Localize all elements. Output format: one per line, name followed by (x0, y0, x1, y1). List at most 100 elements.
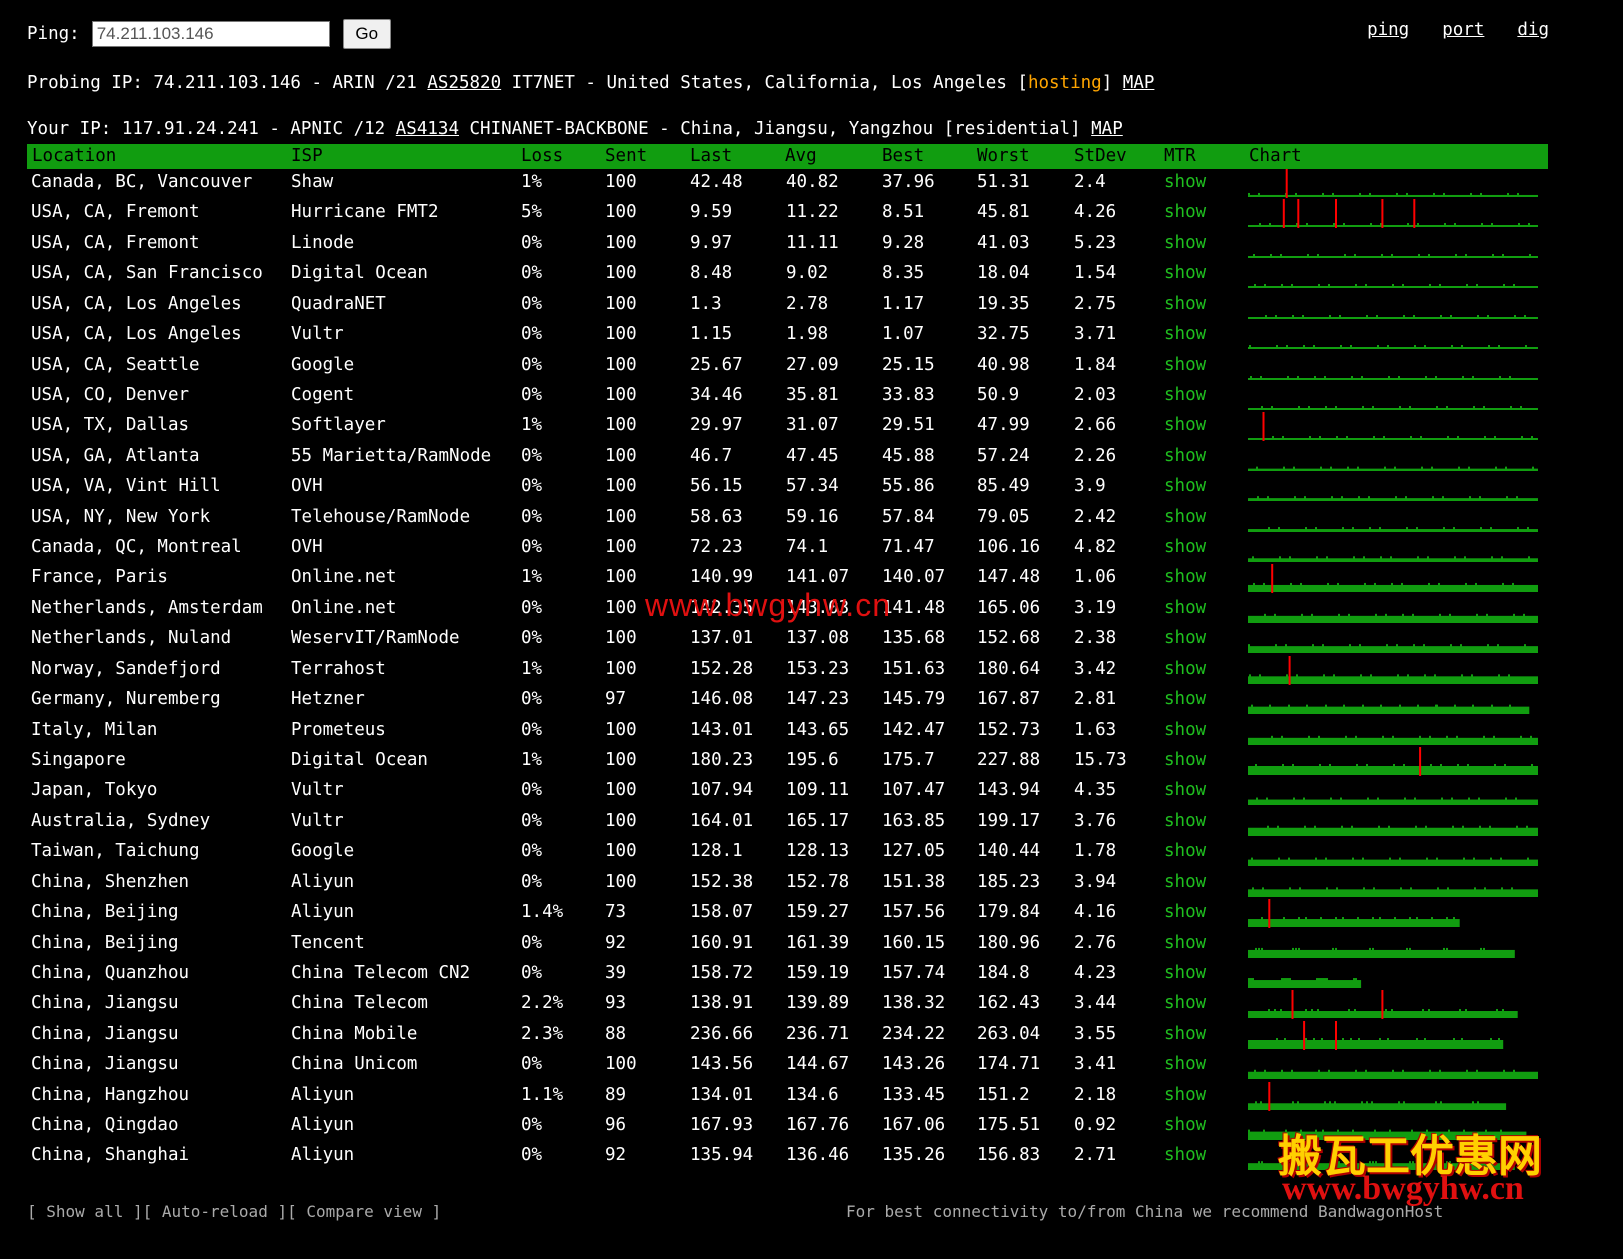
chart-jitter-mark (1304, 496, 1306, 500)
mtr-show-link[interactable]: show (1164, 446, 1206, 466)
mtr-show-link[interactable]: show (1164, 567, 1206, 587)
mtr-show-link[interactable]: show (1164, 659, 1206, 679)
chart-sent-bar (1248, 706, 1530, 715)
mtr-show-link[interactable]: show (1164, 902, 1206, 922)
cell-avg: 31.07 (786, 415, 839, 436)
chart-jitter-mark (1455, 253, 1457, 257)
chart-jitter-mark (1433, 192, 1435, 196)
cell-best: 71.47 (882, 537, 935, 558)
chart-jitter-mark (1440, 1100, 1442, 1104)
mtr-show-link[interactable]: show (1164, 1115, 1206, 1135)
cell-worst: 140.44 (977, 841, 1041, 862)
cell-isp: Vultr (291, 810, 344, 831)
chart-jitter-mark (1476, 613, 1478, 617)
chart-jitter-mark (1330, 466, 1332, 470)
mtr-show-link[interactable]: show (1164, 263, 1206, 283)
chart-jitter-mark (1473, 405, 1475, 409)
chart-jitter-mark (1477, 314, 1479, 318)
nav-ping-link[interactable]: ping (1367, 20, 1409, 40)
row-chart (1248, 644, 1538, 654)
cell-worst: 152.73 (977, 719, 1041, 740)
mtr-show-link[interactable]: show (1164, 233, 1206, 253)
cell-location: Australia, Sydney (31, 810, 211, 831)
chart-jitter-mark (1518, 223, 1520, 227)
chart-jitter-mark (1366, 1100, 1368, 1104)
chart-jitter-mark (1290, 583, 1292, 587)
chart-jitter-mark (1269, 223, 1271, 227)
mtr-show-link[interactable]: show (1164, 841, 1206, 861)
mtr-show-link[interactable]: show (1164, 1085, 1206, 1105)
chart-jitter-mark (1479, 496, 1481, 500)
mtr-show-link[interactable]: show (1164, 1145, 1206, 1165)
mtr-show-link[interactable]: show (1164, 963, 1206, 983)
probing-map-link[interactable]: MAP (1123, 73, 1155, 93)
mtr-show-link[interactable]: show (1164, 1054, 1206, 1074)
mtr-show-link[interactable]: show (1164, 1024, 1206, 1044)
mtr-show-link[interactable]: show (1164, 537, 1206, 557)
mtr-show-link[interactable]: show (1164, 689, 1206, 709)
mtr-show-link[interactable]: show (1164, 507, 1206, 527)
mtr-show-link[interactable]: show (1164, 780, 1206, 800)
chart-jitter-mark (1315, 857, 1317, 861)
your-ip-asn-link[interactable]: AS4134 (396, 119, 459, 139)
view-options[interactable]: [ Show all ][ Auto-reload ][ Compare vie… (27, 1202, 441, 1221)
chart-jitter-mark (1286, 674, 1288, 678)
nav-dig-link[interactable]: dig (1517, 20, 1549, 40)
chart-jitter-mark (1437, 887, 1439, 891)
chart-jitter-mark (1297, 1100, 1299, 1104)
chart-jitter-mark (1281, 735, 1283, 739)
chart-jitter-mark (1493, 735, 1495, 739)
mtr-show-link[interactable]: show (1164, 993, 1206, 1013)
cell-last: 138.91 (690, 993, 754, 1014)
probing-asn-link[interactable]: AS25820 (427, 73, 501, 93)
chart-jitter-mark (1432, 496, 1434, 500)
chart-jitter-mark (1362, 405, 1364, 409)
chart-jitter-mark (1531, 763, 1533, 767)
chart-jitter-mark (1465, 253, 1467, 257)
chart-jitter-mark (1483, 405, 1485, 409)
mtr-show-link[interactable]: show (1164, 720, 1206, 740)
cell-isp: Telehouse/RamNode (291, 506, 471, 527)
your-ip-map-link[interactable]: MAP (1091, 119, 1123, 139)
chart-jitter-mark (1343, 704, 1345, 708)
mtr-show-link[interactable]: show (1164, 415, 1206, 435)
mtr-show-link[interactable]: show (1164, 355, 1206, 375)
mtr-show-link[interactable]: show (1164, 872, 1206, 892)
chart-jitter-mark (1528, 223, 1530, 227)
chart-jitter-mark (1329, 314, 1331, 318)
chart-jitter-mark (1260, 1100, 1262, 1104)
mtr-show-link[interactable]: show (1164, 324, 1206, 344)
mtr-show-link[interactable]: show (1164, 628, 1206, 648)
chart-jitter-mark (1440, 763, 1442, 767)
mtr-show-link[interactable]: show (1164, 476, 1206, 496)
chart-jitter-mark (1281, 977, 1283, 981)
chart-loss-marker (1291, 990, 1294, 1020)
go-button[interactable]: Go (342, 19, 391, 49)
cell-worst: 174.71 (977, 1054, 1041, 1075)
mtr-show-link[interactable]: show (1164, 811, 1206, 831)
mtr-show-link[interactable]: show (1164, 385, 1206, 405)
cell-avg: 143.65 (786, 719, 850, 740)
chart-jitter-mark (1422, 1009, 1424, 1013)
chart-jitter-mark (1349, 644, 1351, 648)
cell-stdev: 4.23 (1074, 962, 1117, 983)
probing-prefix: Probing IP: 74.211.103.146 - ARIN /21 (27, 73, 428, 93)
mtr-show-link[interactable]: show (1164, 750, 1206, 770)
cell-sent: 100 (605, 172, 637, 192)
chart-jitter-mark (1415, 825, 1417, 829)
chart-loss-marker (1335, 1020, 1337, 1050)
ping-input[interactable] (91, 21, 330, 47)
cell-isp: Vultr (291, 324, 344, 345)
cell-isp: Terrahost (291, 658, 386, 679)
mtr-show-link[interactable]: show (1164, 933, 1206, 953)
nav-port-link[interactable]: port (1442, 20, 1484, 40)
chart-jitter-mark (1516, 496, 1518, 500)
mtr-show-link[interactable]: show (1164, 598, 1206, 618)
mtr-show-link[interactable]: show (1164, 172, 1206, 192)
chart-jitter-mark (1324, 977, 1326, 981)
chart-jitter-mark (1416, 526, 1418, 530)
mtr-show-link[interactable]: show (1164, 294, 1206, 314)
chart-jitter-mark (1324, 1100, 1326, 1104)
mtr-show-link[interactable]: show (1164, 202, 1206, 222)
chart-jitter-mark (1506, 496, 1508, 500)
